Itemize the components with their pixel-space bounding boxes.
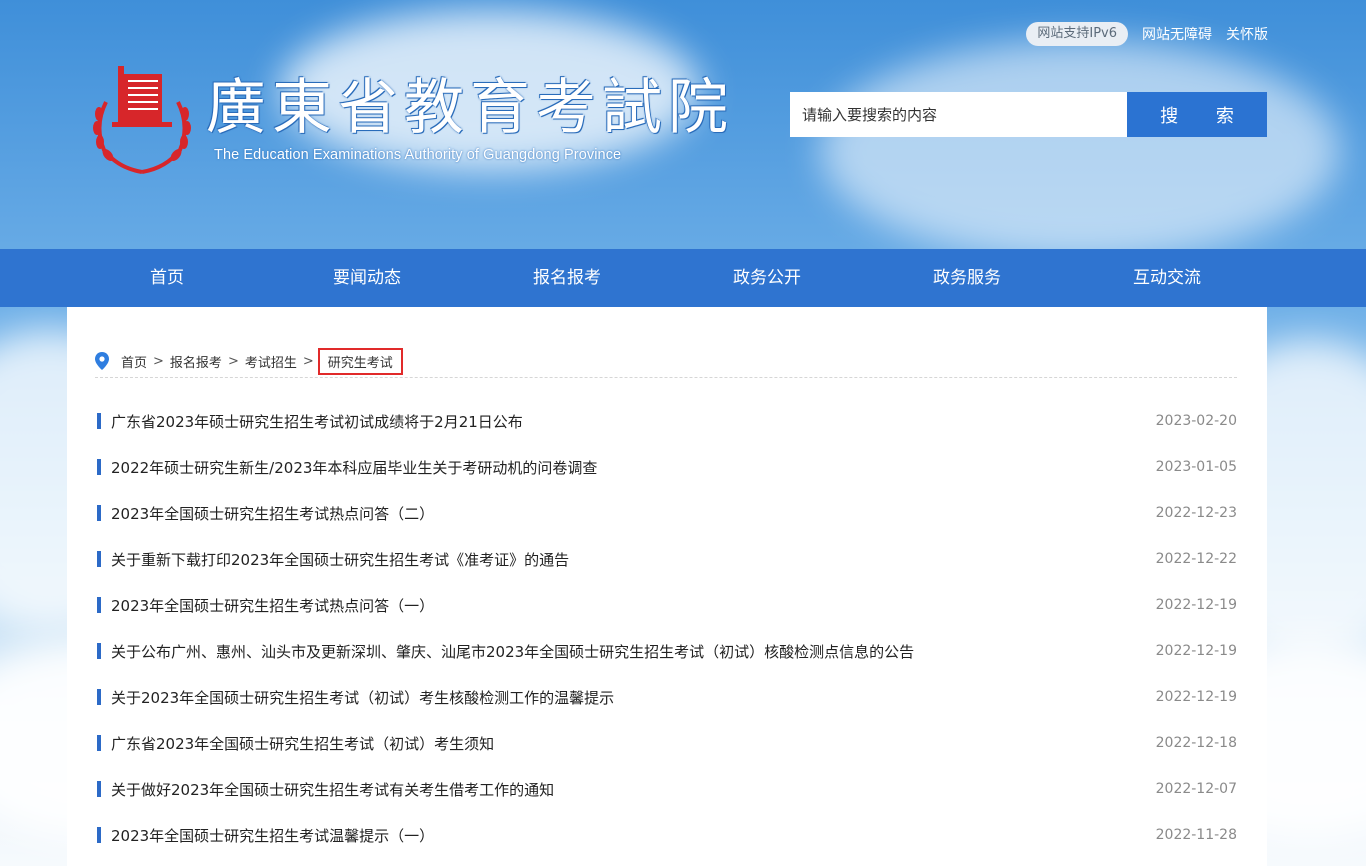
list-item: 2022年硕士研究生新生/2023年本科应届毕业生关于考研动机的问卷调查 202… xyxy=(97,444,1237,490)
list-bullet-bar xyxy=(97,459,101,475)
article-date: 2022-12-19 xyxy=(1155,597,1237,613)
article-title-link[interactable]: 广东省2023年全国硕士研究生招生考试（初试）考生须知 xyxy=(111,733,494,754)
nav-item-home[interactable]: 首页 xyxy=(67,249,267,307)
list-item: 2023年全国硕士研究生招生考试热点问答（一） 2022-12-19 xyxy=(97,582,1237,628)
article-date: 2022-11-28 xyxy=(1155,827,1237,843)
article-date: 2023-01-05 xyxy=(1155,459,1237,475)
list-bullet-bar xyxy=(97,827,101,843)
list-item: 广东省2023年全国硕士研究生招生考试（初试）考生须知 2022-12-18 xyxy=(97,720,1237,766)
nav-item-government-affairs[interactable]: 政务公开 xyxy=(667,249,867,307)
article-list: 广东省2023年硕士研究生招生考试初试成绩将于2月21日公布 2023-02-2… xyxy=(97,398,1237,858)
breadcrumb-current: 研究生考试 xyxy=(317,347,403,375)
list-item: 2023年全国硕士研究生招生考试温馨提示（一） 2022-11-28 xyxy=(97,812,1237,858)
article-title-link[interactable]: 关于重新下载打印2023年全国硕士研究生招生考试《准考证》的通告 xyxy=(111,549,569,570)
nav-item-government-services[interactable]: 政务服务 xyxy=(867,249,1067,307)
article-title-link[interactable]: 广东省2023年硕士研究生招生考试初试成绩将于2月21日公布 xyxy=(111,411,523,432)
ipv6-badge: 网站支持IPv6 xyxy=(1026,22,1128,46)
content-panel: 首页 > 报名报考 > 考试招生 > 研究生考试 广东省2023年硕士研究生招生… xyxy=(67,307,1267,866)
breadcrumb-exam-admission[interactable]: 考试招生 xyxy=(245,352,297,371)
site-logo[interactable] xyxy=(90,64,194,176)
care-mode-link[interactable]: 关怀版 xyxy=(1226,24,1268,44)
site-subtitle: The Education Examinations Authority of … xyxy=(214,147,622,163)
article-title-link[interactable]: 关于做好2023年全国硕士研究生招生考试有关考生借考工作的通知 xyxy=(111,779,554,800)
article-title-link[interactable]: 2023年全国硕士研究生招生考试热点问答（二） xyxy=(111,503,434,524)
top-links: 网站支持IPv6 网站无障碍 关怀版 xyxy=(1026,22,1268,46)
article-title-link[interactable]: 2023年全国硕士研究生招生考试热点问答（一） xyxy=(111,595,434,616)
article-date: 2022-12-18 xyxy=(1155,735,1237,751)
article-date: 2023-02-20 xyxy=(1155,413,1237,429)
list-item: 关于公布广州、惠州、汕头市及更新深圳、肇庆、汕尾市2023年全国硕士研究生招生考… xyxy=(97,628,1237,674)
breadcrumb: 首页 > 报名报考 > 考试招生 > 研究生考试 xyxy=(95,345,1237,378)
search-button[interactable]: 搜 索 xyxy=(1127,92,1267,137)
article-date: 2022-12-22 xyxy=(1155,551,1237,567)
accessibility-link[interactable]: 网站无障碍 xyxy=(1142,24,1212,44)
nav-item-registration[interactable]: 报名报考 xyxy=(467,249,667,307)
logo-emblem-icon xyxy=(93,66,191,174)
article-title-link[interactable]: 2023年全国硕士研究生招生考试温馨提示（一） xyxy=(111,825,434,846)
article-date: 2022-12-23 xyxy=(1155,505,1237,521)
article-date: 2022-12-19 xyxy=(1155,689,1237,705)
site-header: 网站支持IPv6 网站无障碍 关怀版 廣東省教育考試院 The Educatio… xyxy=(0,0,1366,249)
breadcrumb-registration[interactable]: 报名报考 xyxy=(170,352,222,371)
nav-item-interaction[interactable]: 互动交流 xyxy=(1067,249,1267,307)
list-bullet-bar xyxy=(97,781,101,797)
list-bullet-bar xyxy=(97,413,101,429)
list-item: 关于重新下载打印2023年全国硕士研究生招生考试《准考证》的通告 2022-12… xyxy=(97,536,1237,582)
list-bullet-bar xyxy=(97,597,101,613)
list-bullet-bar xyxy=(97,505,101,521)
nav-item-news[interactable]: 要闻动态 xyxy=(267,249,467,307)
main-nav: 首页 要闻动态 报名报考 政务公开 政务服务 互动交流 xyxy=(0,249,1366,307)
breadcrumb-home[interactable]: 首页 xyxy=(121,352,147,371)
breadcrumb-separator: > xyxy=(227,353,239,369)
article-title-link[interactable]: 关于公布广州、惠州、汕头市及更新深圳、肇庆、汕尾市2023年全国硕士研究生招生考… xyxy=(111,641,914,662)
list-item: 广东省2023年硕士研究生招生考试初试成绩将于2月21日公布 2023-02-2… xyxy=(97,398,1237,444)
breadcrumb-separator: > xyxy=(153,353,164,369)
article-date: 2022-12-07 xyxy=(1155,781,1237,797)
site-title: 廣東省教育考試院 xyxy=(206,73,734,143)
list-bullet-bar xyxy=(97,735,101,751)
list-item: 2023年全国硕士研究生招生考试热点问答（二） 2022-12-23 xyxy=(97,490,1237,536)
list-item: 关于做好2023年全国硕士研究生招生考试有关考生借考工作的通知 2022-12-… xyxy=(97,766,1237,812)
article-title-link[interactable]: 关于2023年全国硕士研究生招生考试（初试）考生核酸检测工作的温馨提示 xyxy=(111,687,614,708)
list-bullet-bar xyxy=(97,551,101,567)
search-input[interactable] xyxy=(790,92,1127,137)
list-item: 关于2023年全国硕士研究生招生考试（初试）考生核酸检测工作的温馨提示 2022… xyxy=(97,674,1237,720)
breadcrumb-separator: > xyxy=(302,353,314,369)
list-bullet-bar xyxy=(97,643,101,659)
location-pin-icon xyxy=(95,352,109,370)
article-title-link[interactable]: 2022年硕士研究生新生/2023年本科应届毕业生关于考研动机的问卷调查 xyxy=(111,457,597,478)
list-bullet-bar xyxy=(97,689,101,705)
article-date: 2022-12-19 xyxy=(1155,643,1237,659)
search-box: 搜 索 xyxy=(790,92,1267,137)
